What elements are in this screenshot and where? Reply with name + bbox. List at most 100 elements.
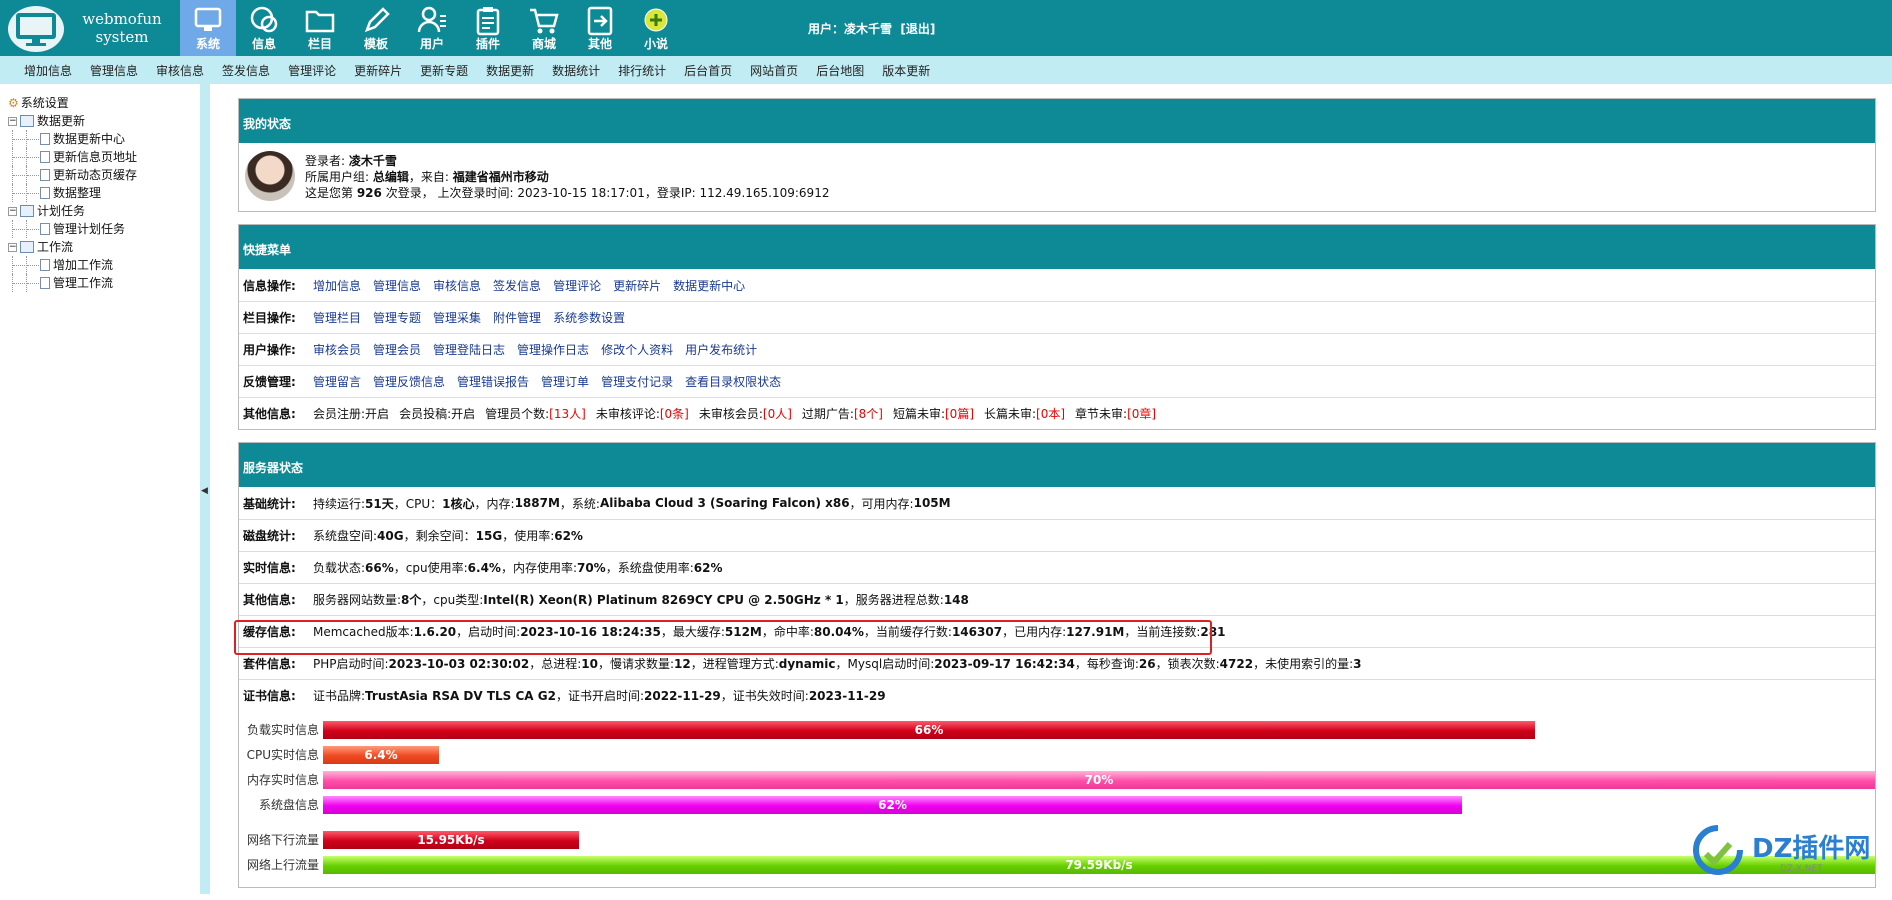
subnav-link-12[interactable]: 后台地图 bbox=[816, 62, 864, 79]
usage-bar-fill: 6.4% bbox=[323, 745, 439, 764]
subnav-link-4[interactable]: 管理评论 bbox=[288, 62, 336, 79]
other-info-value: 开启 bbox=[451, 407, 476, 421]
quick-link[interactable]: 系统参数设置 bbox=[553, 309, 625, 326]
subnav-link-2[interactable]: 审核信息 bbox=[156, 62, 204, 79]
subnav-link-5[interactable]: 更新碎片 bbox=[354, 62, 402, 79]
subnav-link-9[interactable]: 排行统计 bbox=[618, 62, 666, 79]
quick-link[interactable]: 管理操作日志 bbox=[517, 341, 589, 358]
plus-circle-icon bbox=[628, 4, 684, 36]
quick-link[interactable]: 管理信息 bbox=[373, 277, 421, 294]
quick-link[interactable]: 管理栏目 bbox=[313, 309, 361, 326]
usage-bar-track: 66% bbox=[323, 720, 1875, 739]
collapse-arrow-icon[interactable]: ◀ bbox=[201, 486, 208, 496]
quick-link[interactable]: 查看目录权限状态 bbox=[685, 373, 781, 390]
logout-link[interactable]: [退出] bbox=[900, 22, 935, 36]
server-value: 2023-09-17 16:42:34 bbox=[934, 656, 1075, 671]
server-row-label: 实时信息: bbox=[243, 561, 296, 575]
usage-bar-track: 6.4% bbox=[323, 745, 1875, 764]
server-value: 2023-10-03 02:30:02 bbox=[388, 656, 530, 671]
server-value: 70% bbox=[576, 560, 606, 575]
server-row-0: 基础统计: 持续运行: 51天 ，CPU： 1核心 ，内存: 1887M ，系统: Alib… bbox=[243, 496, 951, 511]
tree-root-system-settings[interactable]: ⚙ 系统设置 bbox=[8, 94, 137, 112]
quick-link[interactable]: 管理会员 bbox=[373, 341, 421, 358]
usage-bar-fill: 15.95Kb/s bbox=[323, 830, 579, 849]
status-login-info: 这是您第 926 次登录， 上次登录时间: 2023-10-15 18:17:0… bbox=[305, 186, 830, 200]
quick-link[interactable]: 管理支付记录 bbox=[601, 373, 673, 390]
folder-icon bbox=[20, 241, 34, 253]
tree-group-1[interactable]: − 计划任务 bbox=[8, 202, 137, 220]
sidebar-splitter[interactable]: ◀ bbox=[200, 84, 210, 894]
subnav-link-11[interactable]: 网站首页 bbox=[750, 62, 798, 79]
quick-link[interactable]: 管理错误报告 bbox=[457, 373, 529, 390]
subnav-link-8[interactable]: 数据统计 bbox=[552, 62, 600, 79]
usage-bar-row: 负载实时信息 66% bbox=[243, 717, 1875, 742]
quick-link[interactable]: 审核会员 bbox=[313, 341, 361, 358]
nav-item-label: 商城 bbox=[531, 37, 556, 51]
tree-item[interactable]: 增加工作流 bbox=[8, 256, 137, 274]
subnav-link-1[interactable]: 管理信息 bbox=[90, 62, 138, 79]
tree-group-2[interactable]: − 工作流 bbox=[8, 238, 137, 256]
tree-item[interactable]: 数据整理 bbox=[8, 184, 137, 202]
collapse-box-icon[interactable]: − bbox=[8, 206, 17, 216]
quick-link[interactable]: 管理采集 bbox=[433, 309, 481, 326]
collapse-box-icon[interactable]: − bbox=[8, 116, 17, 126]
subnav-link-10[interactable]: 后台首页 bbox=[684, 62, 732, 79]
quick-link[interactable]: 管理反馈信息 bbox=[373, 373, 445, 390]
nav-item-8[interactable]: 小说 bbox=[628, 0, 684, 56]
nav-item-2[interactable]: 栏目 bbox=[292, 0, 348, 56]
collapse-box-icon[interactable]: − bbox=[8, 242, 17, 252]
subnav-link-7[interactable]: 数据更新 bbox=[486, 62, 534, 79]
quick-link[interactable]: 管理留言 bbox=[313, 373, 361, 390]
tree-item[interactable]: 数据更新中心 bbox=[8, 130, 137, 148]
tree-item-label: 数据整理 bbox=[53, 186, 102, 200]
tree-item[interactable]: 更新信息页地址 bbox=[8, 148, 137, 166]
nav-item-1[interactable]: 信息 bbox=[236, 0, 292, 56]
quick-link[interactable]: 增加信息 bbox=[313, 277, 361, 294]
server-value: 62% bbox=[554, 528, 583, 543]
nav-item-7[interactable]: 其他 bbox=[572, 0, 628, 56]
tree-item[interactable]: 管理计划任务 bbox=[8, 220, 137, 238]
subnav-link-13[interactable]: 版本更新 bbox=[882, 62, 930, 79]
nav-item-3[interactable]: 模板 bbox=[348, 0, 404, 56]
nav-item-label: 栏目 bbox=[307, 37, 332, 51]
nav-item-6[interactable]: 商城 bbox=[516, 0, 572, 56]
quick-link[interactable]: 管理专题 bbox=[373, 309, 421, 326]
subnav-link-0[interactable]: 增加信息 bbox=[24, 62, 72, 79]
subnav-link-6[interactable]: 更新专题 bbox=[420, 62, 468, 79]
quick-link[interactable]: 更新碎片 bbox=[613, 277, 661, 294]
quick-link[interactable]: 审核信息 bbox=[433, 277, 481, 294]
quick-link[interactable]: 数据更新中心 bbox=[673, 277, 745, 294]
nav-item-5[interactable]: 插件 bbox=[460, 0, 516, 56]
folder-icon bbox=[292, 4, 348, 36]
quick-link[interactable]: 管理订单 bbox=[541, 373, 589, 390]
tree-item[interactable]: 管理工作流 bbox=[8, 274, 137, 292]
sub-nav: 增加信息 管理信息 审核信息 签发信息 管理评论 更新碎片 更新专题 数据更新 数据统计 排行统计… bbox=[0, 56, 1892, 84]
server-value: 148 bbox=[943, 592, 969, 607]
nav-item-0[interactable]: 系统 bbox=[180, 0, 236, 56]
usage-bar-fill: 79.59Kb/s bbox=[323, 855, 1875, 874]
quick-link[interactable]: 附件管理 bbox=[493, 309, 541, 326]
usage-bar-label: 系统盘信息 bbox=[258, 798, 319, 812]
tree-group-label: 工作流 bbox=[37, 240, 74, 254]
usage-bar-label: 内存实时信息 bbox=[246, 773, 319, 787]
tree-item-label: 更新信息页地址 bbox=[53, 150, 138, 164]
server-row-3: 其他信息: 服务器网站数量: 8个 ，cpu类型: Intel(R) Xeon(R) P… bbox=[239, 583, 1875, 615]
quick-link[interactable]: 管理评论 bbox=[553, 277, 601, 294]
monitor-icon bbox=[180, 4, 236, 36]
status-login-user: 登录者: 凌木千雪 bbox=[305, 154, 397, 168]
subnav-link-3[interactable]: 签发信息 bbox=[222, 62, 270, 79]
server-value: Alibaba Cloud 3 (Soaring Falcon) x86 bbox=[599, 496, 850, 510]
other-info-item: 未审核评论:[0条] bbox=[595, 407, 689, 421]
tree-item[interactable]: 更新动态页缓存 bbox=[8, 166, 137, 184]
nav-item-4[interactable]: 用户 bbox=[404, 0, 460, 56]
server-row-2: 实时信息: 负载状态: 66% ，cpu使用率: 6.4% ，内存使用率: 70% ，系统盘使… bbox=[239, 551, 1875, 583]
quick-link[interactable]: 签发信息 bbox=[493, 277, 541, 294]
tree-group-0[interactable]: − 数据更新 bbox=[8, 112, 137, 130]
quick-link[interactable]: 用户发布统计 bbox=[685, 341, 757, 358]
server-value: TrustAsia RSA DV TLS CA G2 bbox=[365, 688, 556, 703]
quick-link[interactable]: 管理登陆日志 bbox=[433, 341, 505, 358]
quick-link[interactable]: 修改个人资料 bbox=[601, 341, 673, 358]
server-row-1: 磁盘统计: 系统盘空间: 40G ，剩余空间： 15G ，使用率: 62% bbox=[239, 519, 1875, 551]
usage-bar-track: 79.59Kb/s bbox=[323, 855, 1875, 874]
server-value: 15G bbox=[475, 528, 503, 543]
